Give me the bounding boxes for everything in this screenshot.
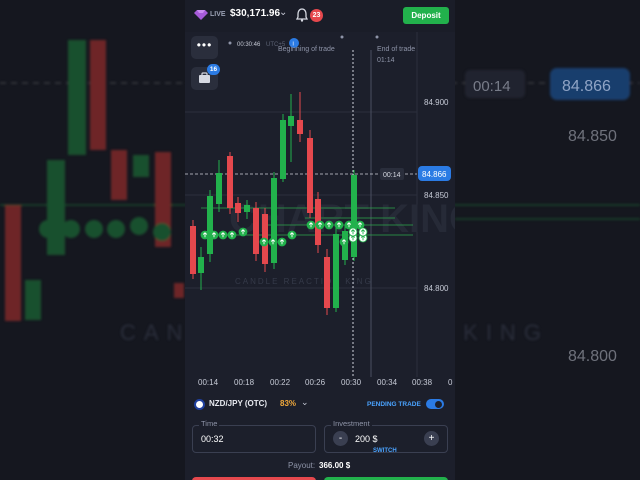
asset-name[interactable]: NZD/JPY (OTC) [209,399,267,408]
trade-marker [348,227,358,237]
candle-body [297,120,303,134]
trade-marker [238,227,248,237]
trade-marker [227,230,237,240]
time-value[interactable]: 00:32 [201,434,224,444]
trade-marker [315,220,325,230]
time-label: 00:38 [412,378,433,387]
trade-marker [277,237,287,247]
bg-axis-label: 84.850 [568,128,617,145]
investment-label: Investment [331,419,372,428]
trade-marker [268,237,278,247]
candle-body [307,138,313,213]
more-menu-button[interactable]: ••• [191,36,218,59]
price-level: 84.900 [424,98,449,107]
trade-marker [306,220,316,230]
account-balance[interactable]: $30,171.96 [230,8,280,19]
price-level: 84.800 [424,284,449,293]
candle-body [280,120,286,179]
time-label: 00:14 [198,378,219,387]
payout-label: Payout: [288,461,316,470]
beginning-of-trade-label: Beginning of trade [278,46,335,53]
pending-trade-label: PENDING TRADE [367,401,421,408]
end-time-label: 01:14 [377,57,395,64]
trade-marker [358,227,368,237]
portfolio-badge: 16 [207,64,220,75]
trade-marker [339,237,349,247]
candle-body [198,257,204,273]
countdown-label: 00:14 [383,172,401,179]
bell-icon[interactable] [296,8,308,22]
candle-body [190,226,196,274]
diamond-icon[interactable] [194,9,208,21]
trade-marker [324,220,334,230]
live-label[interactable]: LIVE [210,11,226,18]
candle-body [207,196,213,254]
timer-label: 00:30:46 [237,42,261,48]
candlestick-chart[interactable]: CHART KING CANDLE REACTION KING 00:30:46… [185,32,455,390]
trade-marker [287,230,297,240]
bg-time-tag: 00:14 [473,78,511,95]
time-label: 00:30 [341,378,362,387]
time-label: 00:34 [377,378,398,387]
investment-value[interactable]: 200 $ [355,434,378,444]
price-level: 84.850 [424,191,449,200]
watermark-small: CANDLE REACTION KING [235,277,373,286]
decrease-investment-button[interactable]: - [333,431,348,446]
trade-marker [259,237,269,247]
top-bar: LIVE $30,171.96 ⌄ 23 Deposit [185,0,455,32]
toggle-knob [435,400,442,408]
time-label: 0 [448,378,453,387]
bg-axis-label: 84.800 [568,348,617,365]
candle-body [271,178,277,263]
time-label: 00:22 [270,378,291,387]
chevron-down-icon[interactable]: ⌄ [279,7,287,18]
candle-body [227,156,233,208]
increase-investment-button[interactable]: + [424,431,439,446]
candle-body [235,203,241,213]
candle-body [351,175,357,257]
asset-payout-percent: 83% [280,399,297,408]
trade-marker [200,230,210,240]
deposit-button[interactable]: Deposit [403,7,449,24]
time-label: 00:26 [305,378,326,387]
nzd-jpy-flag-icon[interactable] [194,399,205,410]
trade-marker [218,230,228,240]
candle-body [324,257,330,308]
time-label: Time [199,419,220,428]
bg-price-tag: 84.866 [562,78,611,95]
trade-marker [209,230,219,240]
candle-body [216,173,222,204]
candle-body [253,208,259,254]
time-label: 00:18 [234,378,255,387]
payout-value: 366.00 $ [319,461,351,470]
candle-body [244,205,250,212]
chevron-down-icon[interactable]: ⌄ [301,397,309,408]
end-of-trade-label: End of trade [377,46,415,53]
candle-body [288,116,294,126]
candle-body [333,234,339,308]
trade-marker [334,220,344,230]
svg-text:84.866: 84.866 [422,170,447,179]
trading-app: LIVE $30,171.96 ⌄ 23 Deposit CHART KING … [185,0,455,480]
switch-button[interactable]: SWITCH [373,448,397,454]
notification-badge[interactable]: 23 [310,9,323,22]
